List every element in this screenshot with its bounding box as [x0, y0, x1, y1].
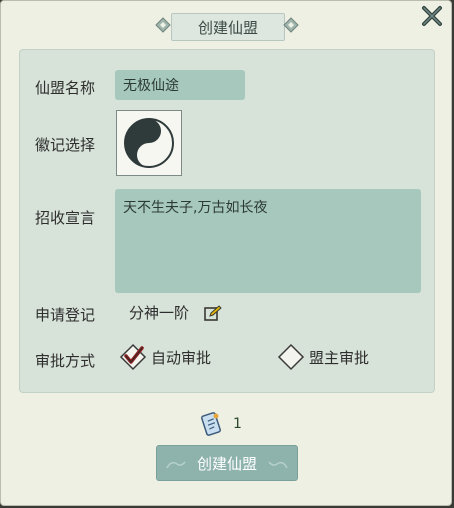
dialog-title: 创建仙盟 — [171, 13, 285, 41]
unchecked-diamond-icon — [277, 343, 305, 371]
emblem-label: 徽记选择 — [35, 136, 96, 154]
cost-count: 1 — [233, 416, 242, 432]
auto-approval-radio[interactable]: 自动审批 — [119, 343, 211, 371]
yin-yang-icon — [124, 118, 174, 168]
auto-approval-label: 自动审批 — [151, 348, 212, 367]
button-swirl-right-icon — [268, 461, 288, 469]
close-button[interactable] — [417, 3, 447, 29]
button-swirl-left-icon — [166, 461, 186, 469]
declaration-label: 招收宣言 — [35, 209, 96, 227]
leader-approval-label: 盟主审批 — [309, 348, 370, 367]
emblem-selector[interactable] — [116, 110, 182, 176]
banner-ornament-right-icon — [283, 17, 299, 33]
create-alliance-button[interactable]: 创建仙盟 — [156, 445, 298, 481]
token-icon — [201, 412, 221, 436]
create-alliance-dialog: 创建仙盟 仙盟名称 无极仙途 徽记选择 招收宣言 天不生夫子,万古如长夜 申请登… — [0, 0, 452, 506]
leader-approval-radio[interactable]: 盟主审批 — [277, 343, 369, 371]
close-icon — [422, 6, 442, 26]
approval-label: 审批方式 — [35, 352, 96, 370]
edit-icon[interactable] — [204, 305, 222, 321]
alliance-name-input[interactable]: 无极仙途 — [115, 70, 245, 100]
registration-label: 申请登记 — [35, 306, 96, 324]
registration-value: 分神一阶 — [129, 304, 190, 322]
name-label: 仙盟名称 — [35, 79, 96, 97]
banner-ornament-left-icon — [155, 17, 171, 33]
declaration-textarea[interactable]: 天不生夫子,万古如长夜 — [115, 189, 421, 293]
create-alliance-button-label: 创建仙盟 — [196, 454, 257, 473]
checked-diamond-icon — [119, 343, 147, 371]
